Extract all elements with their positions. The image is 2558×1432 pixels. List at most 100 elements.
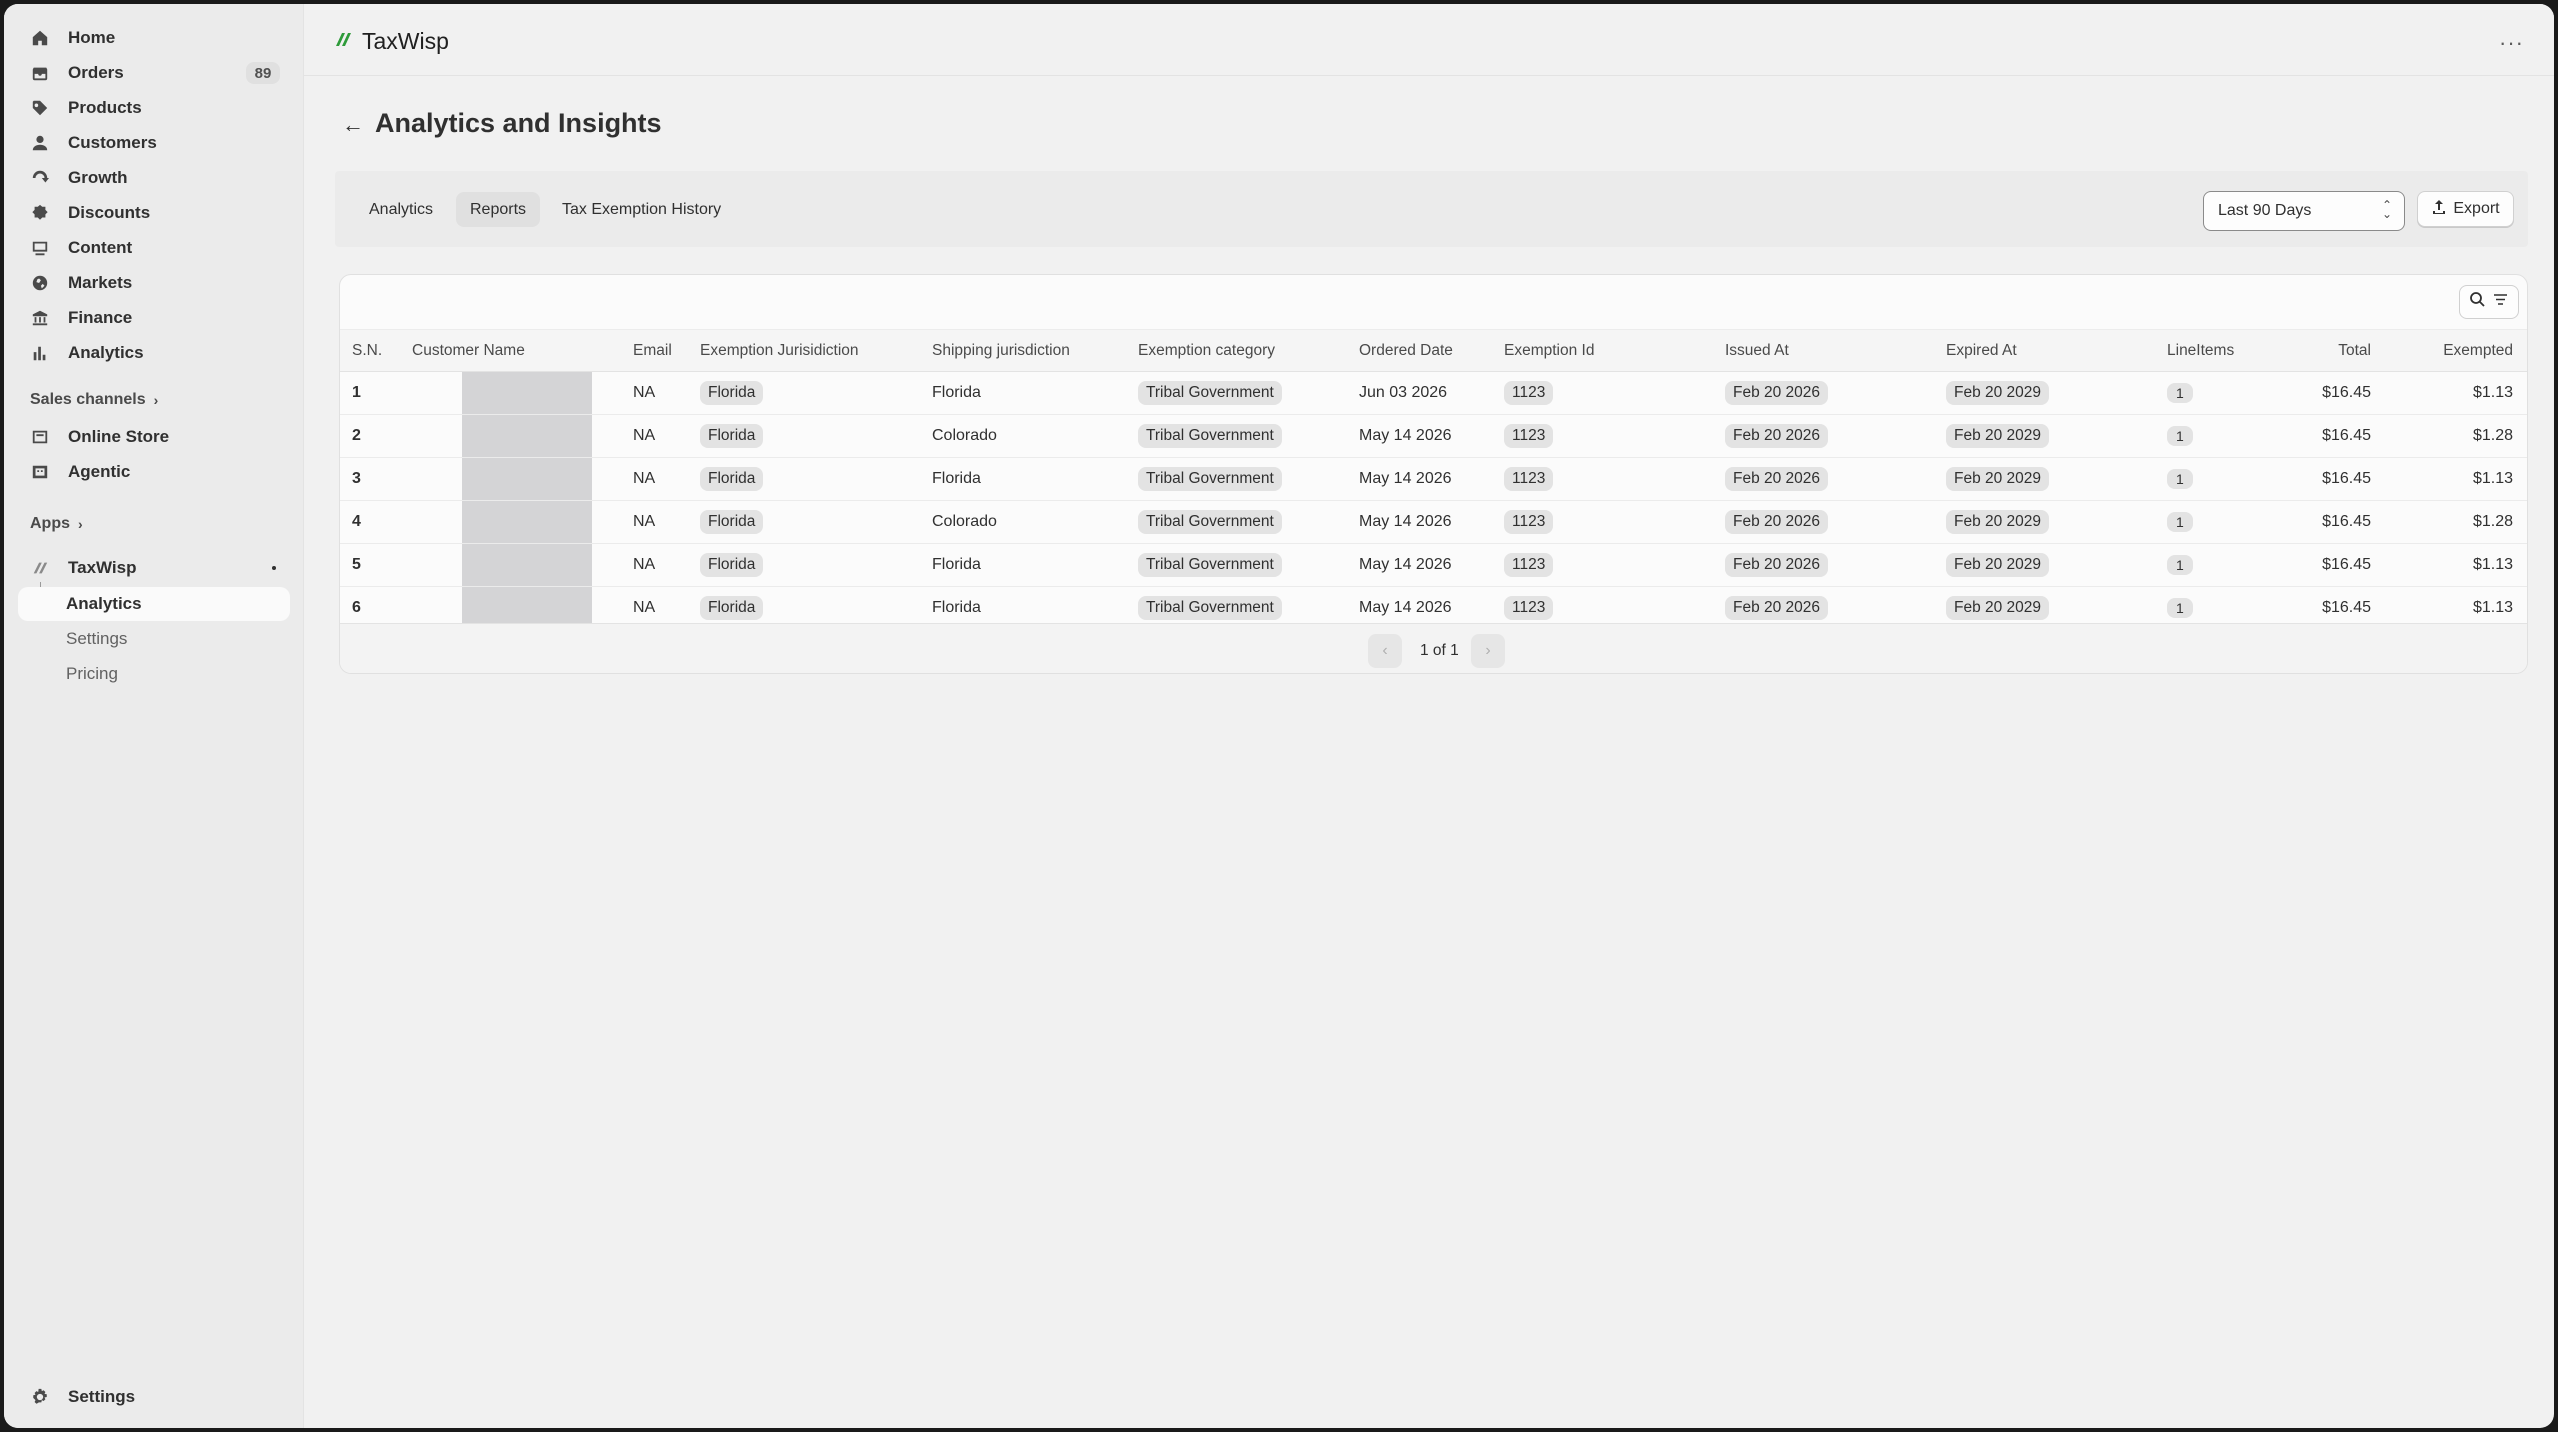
globe-icon [30,273,50,293]
cell-expired-at: Feb 20 2029 [1934,543,2155,587]
sales-channels-heading[interactable]: Sales channels › [30,391,158,409]
search-filter-button[interactable] [2459,285,2519,319]
table-toolbar [340,275,2527,329]
column-header[interactable]: Issued At [1713,329,1934,372]
line-items-badge: 1 [2167,512,2193,532]
sidebar-item-customers[interactable]: Customers [18,126,290,160]
sidebar-item-label: TaxWisp [68,558,137,577]
sidebar-subitem-settings[interactable]: Settings [18,622,290,656]
filter-icon [2492,291,2509,313]
line-items-badge: 1 [2167,426,2193,446]
sidebar-item-label: Discounts [68,203,151,222]
cell-total: $16.45 [2275,371,2385,415]
sidebar-item-label: Customers [68,133,157,152]
cell-sn: 2 [340,414,400,458]
sidebar-subitem-analytics[interactable]: Analytics [18,587,290,621]
back-arrow-icon[interactable]: ← [342,112,364,138]
sidebar-item-markets[interactable]: Markets [18,266,290,300]
exemption-id-badge: 1123 [1504,553,1554,577]
cell-issued-at: Feb 20 2026 [1713,457,1934,501]
sidebar-item-products[interactable]: Products [18,91,290,125]
cell-exemption-category: Tribal Government [1126,414,1347,458]
cell-email: NA [621,457,688,501]
export-label: Export [2453,200,2500,217]
jurisdiction-badge: Florida [700,424,764,448]
cell-total: $16.45 [2275,500,2385,544]
jurisdiction-badge: Florida [700,381,764,405]
table-row[interactable]: 3 NA Florida Florida Tribal Government May 14… [340,457,2527,501]
sidebar-item-home[interactable]: Home [18,21,290,55]
taxwisp-logo-icon [334,29,354,54]
table-row[interactable]: 1 NA Florida Florida Tribal Government Jun 03… [340,371,2527,415]
column-header[interactable]: Shipping jurisdiction [920,329,1126,372]
cell-sn: 3 [340,457,400,501]
column-header[interactable]: LineItems [2155,329,2275,372]
cell-customer-name [400,371,621,415]
tab-reports[interactable]: Reports [456,192,541,227]
pin-dot-icon [272,566,276,570]
sidebar-subitem-pricing[interactable]: Pricing [18,657,290,691]
column-header[interactable]: Customer Name [400,329,621,372]
issued-date-badge: Feb 20 2026 [1725,510,1829,534]
cell-ordered-date: May 14 2026 [1347,543,1492,587]
cell-ordered-date: May 14 2026 [1347,500,1492,544]
app-brand: TaxWisp [334,28,449,55]
column-header[interactable]: Ordered Date [1347,329,1492,372]
sidebar-item-agentic[interactable]: Agentic [18,455,290,489]
apps-heading[interactable]: Apps › [30,515,83,533]
sidebar-item-finance[interactable]: Finance [18,301,290,335]
redacted-customer-name [462,415,592,457]
issued-date-badge: Feb 20 2026 [1725,467,1829,491]
table-row[interactable]: 5 NA Florida Florida Tribal Government May 14… [340,543,2527,587]
sidebar-item-label: Settings [68,1387,136,1406]
exemption-id-badge: 1123 [1504,596,1554,620]
category-badge: Tribal Government [1138,596,1282,620]
sidebar-item-growth[interactable]: Growth [18,161,290,195]
more-actions-button[interactable]: ··· [2499,30,2524,56]
sidebar-item-label: Products [68,98,142,117]
line-items-badge: 1 [2167,469,2193,489]
sidebar-item-orders[interactable]: Orders 89 [18,56,290,90]
cell-ordered-date: Jun 03 2026 [1347,371,1492,415]
next-page-button[interactable]: › [1471,634,1505,668]
category-badge: Tribal Government [1138,467,1282,491]
sidebar-item-label: Agentic [68,462,131,481]
cell-exemption-jurisdiction: Florida [688,414,920,458]
table-row[interactable]: 4 NA Florida Colorado Tribal Government May 1… [340,500,2527,544]
bank-icon [30,308,50,328]
redacted-customer-name [462,458,592,500]
column-header[interactable]: Exemption Jurisidiction [688,329,920,372]
column-header[interactable]: Email [621,329,688,372]
export-button[interactable]: Export [2417,191,2514,227]
sidebar-item-label: Content [68,238,133,257]
cell-exemption-category: Tribal Government [1126,500,1347,544]
tab-analytics[interactable]: Analytics [355,192,447,227]
cell-sn: 5 [340,543,400,587]
sidebar-item-content[interactable]: Content [18,231,290,265]
column-header[interactable]: S.N. [340,329,400,372]
cell-exemption-jurisdiction: Florida [688,500,920,544]
date-range-select[interactable]: Last 90 Days ⌃ ⌄ [2203,191,2405,231]
line-items-badge: 1 [2167,555,2193,575]
category-badge: Tribal Government [1138,510,1282,534]
search-icon [2469,291,2486,313]
cell-shipping-jurisdiction: Florida [920,543,1126,587]
sidebar-item-discounts[interactable]: Discounts [18,196,290,230]
column-header[interactable]: Exemption Id [1492,329,1713,372]
sidebar-item-settings[interactable]: Settings [18,1380,290,1414]
column-header[interactable]: Expired At [1934,329,2155,372]
previous-page-button[interactable]: ‹ [1368,634,1402,668]
column-header[interactable]: Exemption category [1126,329,1347,372]
column-header[interactable]: Exempted [2385,329,2527,372]
sidebar-item-taxwisp[interactable]: TaxWisp [18,551,290,585]
cell-issued-at: Feb 20 2026 [1713,500,1934,544]
cell-exemption-category: Tribal Government [1126,457,1347,501]
tab-tax-exemption-history[interactable]: Tax Exemption History [548,192,735,227]
sidebar-item-analytics[interactable]: Analytics [18,336,290,370]
column-header[interactable]: Total [2275,329,2385,372]
cell-email: NA [621,371,688,415]
cell-exempted: $1.13 [2385,543,2527,587]
sidebar-item-online-store[interactable]: Online Store [18,420,290,454]
table-row[interactable]: 2 NA Florida Colorado Tribal Government May 1… [340,414,2527,458]
sidebar-item-label: Home [68,28,116,47]
